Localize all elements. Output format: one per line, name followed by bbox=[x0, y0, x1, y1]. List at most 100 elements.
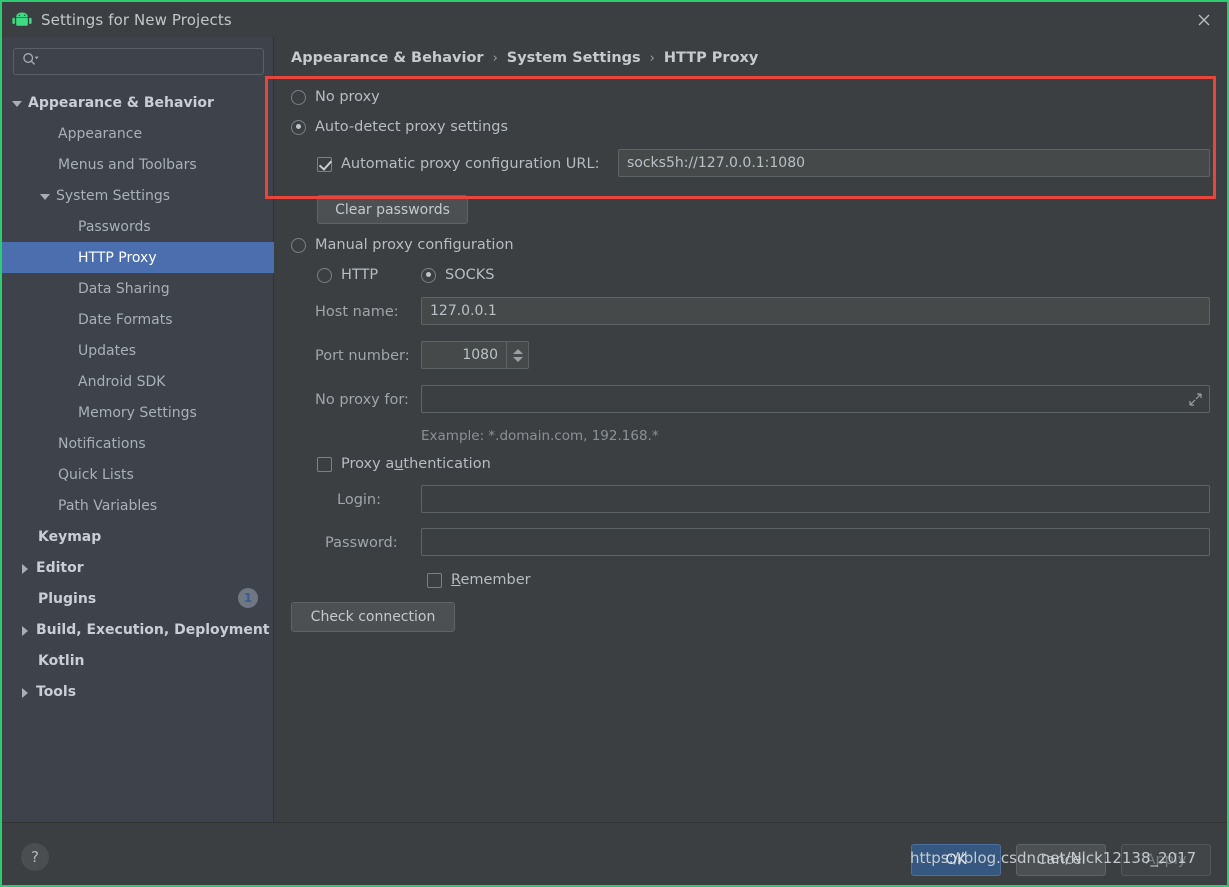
window-title: Settings for New Projects bbox=[41, 11, 232, 29]
search-icon bbox=[22, 52, 39, 71]
socks-radio[interactable] bbox=[421, 268, 436, 283]
host-name-input[interactable]: 127.0.0.1 bbox=[421, 297, 1210, 325]
breadcrumb-separator-icon: › bbox=[493, 51, 498, 66]
sidebar-item-label: Keymap bbox=[38, 529, 101, 545]
password-input[interactable] bbox=[421, 528, 1210, 556]
sidebar-item-label: Memory Settings bbox=[78, 405, 197, 421]
sidebar-item-data-sharing[interactable]: Data Sharing bbox=[2, 273, 274, 304]
proxy-auth-checkbox-row[interactable]: Proxy authentication bbox=[317, 456, 491, 472]
spinner-up-icon[interactable] bbox=[513, 349, 523, 354]
auto-detect-radio-row[interactable]: Auto-detect proxy settings bbox=[291, 119, 508, 135]
sidebar-item-label: Passwords bbox=[78, 219, 151, 235]
sidebar-item-label: Updates bbox=[78, 343, 136, 359]
sidebar-item-label: Plugins bbox=[38, 591, 96, 607]
socks-radio-row[interactable]: SOCKS bbox=[421, 267, 494, 283]
no-proxy-radio[interactable] bbox=[291, 90, 306, 105]
manual-proxy-radio-row[interactable]: Manual proxy configuration bbox=[291, 237, 514, 253]
password-label: Password: bbox=[325, 535, 398, 551]
sidebar-item-date-formats[interactable]: Date Formats bbox=[2, 304, 274, 335]
breadcrumb-item-system-settings[interactable]: System Settings bbox=[507, 50, 641, 66]
sidebar-item-kotlin[interactable]: Kotlin bbox=[2, 645, 274, 676]
breadcrumb: Appearance & Behavior › System Settings … bbox=[291, 50, 758, 66]
auto-detect-radio[interactable] bbox=[291, 120, 306, 135]
close-icon[interactable] bbox=[1189, 6, 1219, 34]
sidebar-item-label: Data Sharing bbox=[78, 281, 170, 297]
remember-checkbox-row[interactable]: Remember bbox=[427, 572, 531, 588]
auto-config-url-checkbox[interactable] bbox=[317, 157, 332, 172]
no-proxy-radio-row[interactable]: No proxy bbox=[291, 89, 380, 105]
port-number-stepper[interactable]: 1080 bbox=[421, 341, 529, 369]
sidebar-item-updates[interactable]: Updates bbox=[2, 335, 274, 366]
sidebar-item-label: Build, Execution, Deployment bbox=[36, 622, 270, 638]
sidebar-item-label: Path Variables bbox=[58, 498, 157, 514]
sidebar-item-build-execution-deployment[interactable]: Build, Execution, Deployment bbox=[2, 614, 274, 645]
chevron-right-icon[interactable] bbox=[18, 685, 32, 699]
sidebar-item-passwords[interactable]: Passwords bbox=[2, 211, 274, 242]
auto-detect-label: Auto-detect proxy settings bbox=[315, 119, 508, 135]
sidebar-item-keymap[interactable]: Keymap bbox=[2, 521, 274, 552]
sidebar-item-notifications[interactable]: Notifications bbox=[2, 428, 274, 459]
sidebar-item-quick-lists[interactable]: Quick Lists bbox=[2, 459, 274, 490]
chevron-down-icon[interactable] bbox=[10, 96, 24, 110]
proxy-auth-label: Proxy authentication bbox=[341, 456, 491, 472]
no-proxy-for-label: No proxy for: bbox=[315, 392, 409, 408]
host-name-value: 127.0.0.1 bbox=[430, 303, 497, 319]
sidebar-item-label: Editor bbox=[36, 560, 84, 576]
sidebar-item-appearance-behavior[interactable]: Appearance & Behavior bbox=[2, 87, 274, 118]
breadcrumb-item-appearance-behavior[interactable]: Appearance & Behavior bbox=[291, 50, 484, 66]
sidebar-item-label: Date Formats bbox=[78, 312, 173, 328]
sidebar-item-badge: 1 bbox=[238, 588, 258, 608]
login-input[interactable] bbox=[421, 485, 1210, 513]
main-panel: Appearance & Behavior › System Settings … bbox=[275, 37, 1227, 822]
sidebar-item-editor[interactable]: Editor bbox=[2, 552, 274, 583]
help-button[interactable]: ? bbox=[21, 843, 49, 871]
sidebar-item-plugins[interactable]: Plugins 1 bbox=[2, 583, 274, 614]
help-icon: ? bbox=[31, 848, 39, 866]
auto-config-url-value: socks5h://127.0.0.1:1080 bbox=[627, 155, 805, 171]
manual-proxy-radio[interactable] bbox=[291, 238, 306, 253]
sidebar-item-label: Appearance & Behavior bbox=[28, 95, 214, 111]
host-name-label: Host name: bbox=[315, 304, 399, 320]
manual-proxy-label: Manual proxy configuration bbox=[315, 237, 514, 253]
sidebar-item-http-proxy[interactable]: HTTP Proxy bbox=[2, 242, 274, 273]
sidebar-item-appearance[interactable]: Appearance bbox=[2, 118, 274, 149]
no-proxy-for-input[interactable] bbox=[421, 385, 1210, 413]
chevron-down-icon[interactable] bbox=[38, 189, 52, 203]
sidebar-item-menus-and-toolbars[interactable]: Menus and Toolbars bbox=[2, 149, 274, 180]
chevron-right-icon[interactable] bbox=[18, 561, 32, 575]
sidebar-item-memory-settings[interactable]: Memory Settings bbox=[2, 397, 274, 428]
title-bar: Settings for New Projects bbox=[2, 2, 1227, 37]
chevron-right-icon[interactable] bbox=[18, 623, 32, 637]
search-box[interactable] bbox=[13, 48, 264, 75]
auto-config-url-checkbox-row[interactable]: Automatic proxy configuration URL: bbox=[317, 156, 599, 172]
clear-passwords-label: Clear passwords bbox=[335, 202, 450, 218]
auto-config-url-label: Automatic proxy configuration URL: bbox=[341, 156, 599, 172]
sidebar-item-path-variables[interactable]: Path Variables bbox=[2, 490, 274, 521]
proxy-auth-checkbox[interactable] bbox=[317, 457, 332, 472]
watermark-text: https://blog.csdn.net/Nick12138_2017 bbox=[910, 849, 1196, 867]
search-input[interactable] bbox=[44, 53, 244, 70]
sidebar-item-label: Appearance bbox=[58, 126, 142, 142]
sidebar-item-tools[interactable]: Tools bbox=[2, 676, 274, 707]
settings-dialog: Settings for New Projects Appearance & B… bbox=[0, 0, 1229, 887]
remember-checkbox[interactable] bbox=[427, 573, 442, 588]
expand-icon[interactable] bbox=[1188, 392, 1203, 411]
port-number-spinner-arrows[interactable] bbox=[506, 342, 528, 368]
auto-config-url-input[interactable]: socks5h://127.0.0.1:1080 bbox=[618, 149, 1210, 177]
http-radio[interactable] bbox=[317, 268, 332, 283]
sidebar-item-label: Quick Lists bbox=[58, 467, 134, 483]
settings-tree: Appearance & Behavior Appearance Menus and… bbox=[2, 87, 274, 707]
sidebar-item-label: Android SDK bbox=[78, 374, 165, 390]
no-proxy-label: No proxy bbox=[315, 89, 380, 105]
login-label: Login: bbox=[337, 492, 381, 508]
spinner-down-icon[interactable] bbox=[513, 357, 523, 362]
no-proxy-for-example-hint: Example: *.domain.com, 192.168.* bbox=[421, 428, 659, 444]
sidebar-item-android-sdk[interactable]: Android SDK bbox=[2, 366, 274, 397]
sidebar-item-label: System Settings bbox=[56, 188, 170, 204]
sidebar-item-label: Kotlin bbox=[38, 653, 84, 669]
check-connection-button[interactable]: Check connection bbox=[291, 602, 455, 632]
http-radio-row[interactable]: HTTP bbox=[317, 267, 378, 283]
sidebar-item-system-settings[interactable]: System Settings bbox=[2, 180, 274, 211]
sidebar-item-label: HTTP Proxy bbox=[78, 250, 157, 266]
clear-passwords-button[interactable]: Clear passwords bbox=[317, 195, 468, 224]
